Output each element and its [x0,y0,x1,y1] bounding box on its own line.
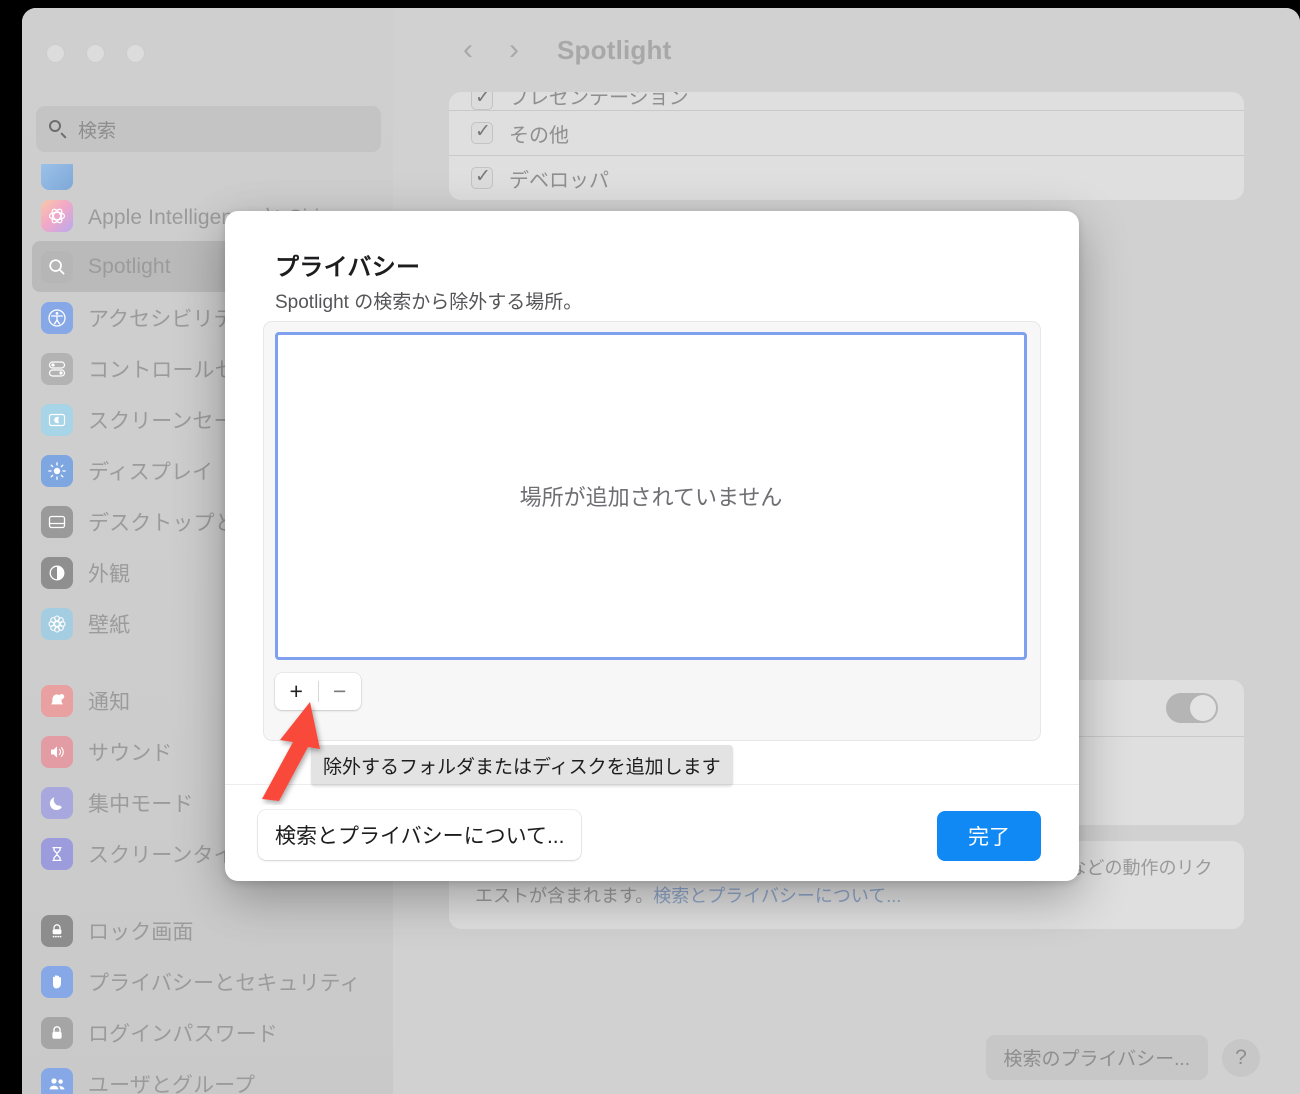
display-icon [41,454,73,487]
privacy-sheet: プライバシー Spotlight の検索から除外する場所。 場所が追加されていま… [225,211,1079,881]
focus-icon [41,786,73,819]
partial-icon [41,164,73,190]
screen-time-icon [41,837,73,870]
sound-icon [41,735,73,768]
sidebar-item-label: ロック画面 [88,920,194,944]
sidebar-item-clipped-top[interactable] [32,164,383,190]
accessibility-icon [41,301,73,334]
checkbox-checked[interactable] [471,120,493,144]
sidebar-item-label: Spotlight [88,254,171,278]
appearance-icon [41,556,73,589]
search-privacy-link[interactable]: 検索とプライバシーについて... [653,886,901,906]
search-results-panel: プレゼンテーション その他 デベロッパ [449,92,1244,200]
sidebar-item-label: 集中モード [88,792,194,816]
login-password-icon [41,1016,73,1049]
sidebar-group-divider-2 [32,879,383,905]
screenshot-root: 検索 Apple Intelligence と Siri Spotlight ア… [0,0,1300,1094]
sidebar-item-label: 外観 [88,562,131,586]
apple-intelligence-icon [41,199,73,232]
sidebar-item-label: ユーザとグループ [88,1073,256,1094]
close-button[interactable] [46,44,65,63]
add-remove-segmented-control[interactable]: + − [275,673,361,710]
sidebar-item-label: 通知 [88,690,131,714]
excluded-locations-list[interactable]: 場所が追加されていません [275,332,1027,660]
spotlight-icon [41,250,73,283]
back-button[interactable]: ‹ [445,35,491,65]
desktop-dock-icon [41,505,73,538]
category-label: デベロッパ [509,169,609,192]
sidebar-item-login-password[interactable]: ログインパスワード [32,1007,383,1058]
sidebar-item-lock-screen[interactable]: ロック画面 [32,905,383,956]
category-row-developer[interactable]: デベロッパ [449,156,1244,200]
excluded-locations-panel: 場所が追加されていません + − [263,321,1041,741]
category-label: その他 [509,124,569,147]
content-bottom-bar: 検索のプライバシー... ? [985,1035,1260,1080]
content-toolbar: ‹ › Spotlight [393,8,1300,92]
sidebar-item-label: ディスプレイ [88,460,214,484]
category-row-other[interactable]: その他 [449,111,1244,156]
lock-screen-icon [41,914,73,947]
sidebar-item-label: プライバシーとセキュリティ [88,971,361,995]
empty-state-message: 場所が追加されていません [519,485,783,510]
minimize-button[interactable] [86,44,105,63]
sheet-subtitle: Spotlight の検索から除外する場所。 [275,292,583,313]
sidebar-item-label: 壁紙 [88,613,131,637]
sidebar-item-label: サウンド [88,741,173,765]
users-groups-icon [41,1067,73,1094]
help-icon[interactable]: ? [1222,1038,1260,1077]
learn-more-button[interactable]: 検索とプライバシーについて... [258,810,582,860]
control-center-icon [41,352,73,385]
search-privacy-button[interactable]: 検索のプライバシー... [985,1035,1208,1080]
help-apple-improve-toggle[interactable] [1166,693,1218,723]
checkbox-checked[interactable] [471,165,493,189]
remove-button[interactable]: − [319,673,362,710]
forward-button[interactable]: › [491,35,537,65]
search-input[interactable]: 検索 [36,106,381,152]
sidebar-item-users-groups[interactable]: ユーザとグループ [32,1058,383,1094]
sidebar-item-privacy-security[interactable]: プライバシーとセキュリティ [32,956,383,1007]
sheet-title: プライバシー [275,254,421,281]
checkbox-checked[interactable] [471,92,493,110]
search-placeholder: 検索 [78,120,117,142]
category-label: プレゼンテーション [509,92,689,109]
sheet-footer-divider [225,784,1079,785]
done-button[interactable]: 完了 [937,811,1041,861]
privacy-security-icon [41,965,73,998]
wallpaper-icon [41,607,73,640]
category-row-presentations[interactable]: プレゼンテーション [449,92,1244,111]
window-controls[interactable] [46,44,145,63]
notifications-icon [41,684,73,717]
zoom-button[interactable] [126,44,145,63]
screen-saver-icon [41,403,73,436]
add-button-tooltip: 除外するフォルダまたはディスクを追加します [311,745,733,786]
toggle-knob [1190,695,1216,721]
sidebar-item-label: ログインパスワード [88,1022,278,1046]
page-title: Spotlight [557,34,672,65]
add-button[interactable]: + [275,673,318,710]
search-icon [48,119,68,139]
